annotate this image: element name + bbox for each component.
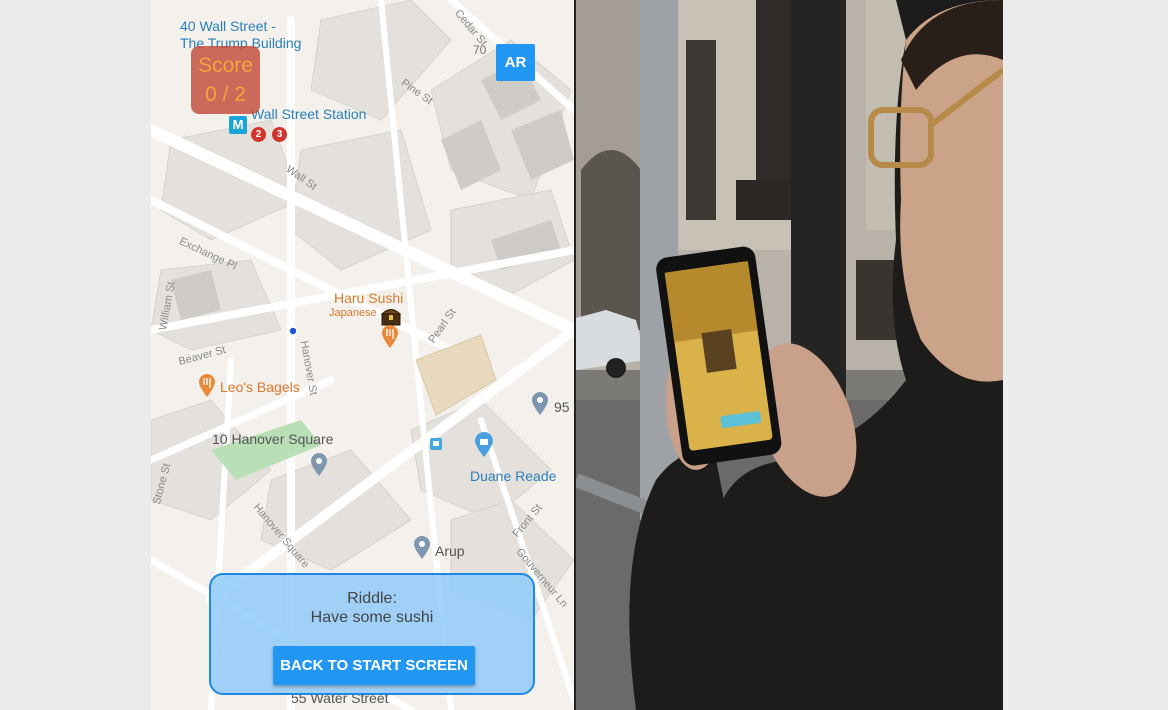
place-pin-icon-95[interactable] — [531, 392, 549, 416]
riddle-text: Have some sushi — [310, 609, 434, 626]
treasure-chest-icon[interactable] — [380, 306, 402, 326]
subway-line-3-badge: 3 — [272, 127, 287, 142]
metro-icon: M — [229, 116, 247, 134]
poi-duane-reade[interactable]: Duane Reade — [470, 468, 556, 484]
user-photo — [576, 0, 1003, 710]
score-label: Score — [198, 54, 253, 77]
place-pin-icon-arup[interactable] — [413, 536, 431, 560]
riddle-title: Riddle: — [347, 590, 397, 607]
map-view[interactable]: 40 Wall Street - The Trump Building 70 W… — [151, 0, 574, 710]
back-to-start-button[interactable]: BACK TO START SCREEN — [273, 646, 475, 685]
poi-haru-sushi[interactable]: Haru Sushi — [334, 290, 403, 306]
poi-10-hanover-square[interactable]: 10 Hanover Square — [212, 431, 333, 447]
street-scene-illustration — [576, 0, 1003, 710]
place-pin-icon[interactable] — [310, 453, 328, 477]
street-number-95: 95 — [554, 399, 570, 415]
shopping-pin-icon[interactable] — [474, 432, 494, 458]
subway-line-2-badge: 2 — [251, 127, 266, 142]
restaurant-pin-icon[interactable] — [381, 325, 399, 349]
score-value: 0 / 2 — [205, 83, 246, 106]
ar-button[interactable]: AR — [496, 44, 535, 81]
riddle-panel: Riddle: Have some sushi BACK TO START SC… — [209, 573, 535, 695]
poi-40-wall-street-line1[interactable]: 40 Wall Street - — [180, 18, 276, 34]
score-panel: Score 0 / 2 — [191, 46, 260, 114]
poi-arup[interactable]: Arup — [435, 543, 465, 559]
poi-leos-bagels[interactable]: Leo's Bagels — [220, 379, 300, 395]
restaurant-pin-icon-leos[interactable] — [198, 374, 216, 398]
bus-stop-icon[interactable] — [430, 438, 442, 450]
poi-haru-sushi-category: Japanese — [329, 307, 377, 319]
poi-wall-street-station[interactable]: Wall Street Station — [251, 106, 366, 122]
